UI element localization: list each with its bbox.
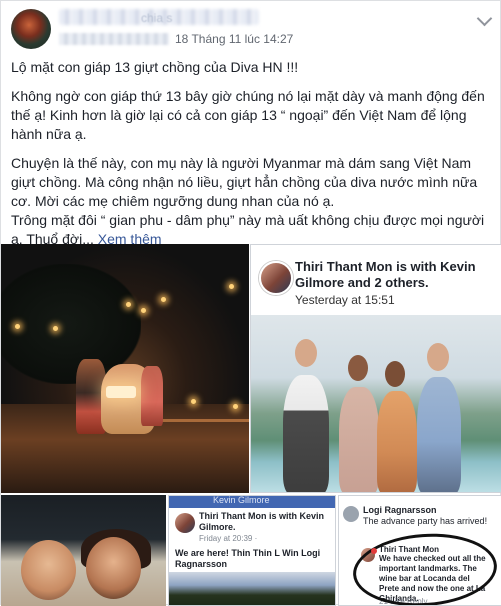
- photo-comment-screenshot[interactable]: Logi Ragnarsson The advance party has ar…: [338, 495, 501, 606]
- shared-time: Yesterday at 15:51: [295, 293, 395, 307]
- shared-avatar: [259, 261, 293, 295]
- search-text: Kevin Gilmore: [213, 495, 270, 505]
- commenter-name: Logi Ragnarsson: [363, 505, 437, 515]
- lamp-light: [229, 284, 234, 289]
- photo-couple-selfie[interactable]: [1, 495, 166, 606]
- post-meta: 18 Tháng 11 lúc 14:27: [59, 31, 293, 47]
- fb-search-bar: Kevin Gilmore: [169, 496, 335, 508]
- man-face: [21, 540, 76, 600]
- post-paragraph-text: Trông mặt đôi “ gian phu - dâm phụ” này …: [11, 212, 485, 247]
- feed-post: chia s 18 Tháng 11 lúc 14:27 Lộ mặt con …: [0, 0, 501, 606]
- author-avatar[interactable]: [11, 9, 51, 49]
- photo-fb-screenshot[interactable]: Thiri Thant Mon is with Kevin Gilmore an…: [250, 244, 501, 493]
- post-paragraph: Không ngờ con giáp thứ 13 bây giờ chúng …: [11, 88, 485, 142]
- woman-head: [385, 361, 405, 387]
- lamp-light: [233, 404, 238, 409]
- lamp-light: [141, 308, 146, 313]
- lamp-light: [53, 326, 58, 331]
- small-post-title: Thiri Thant Mon is with Kevin Gilmore.: [199, 511, 324, 532]
- man-head: [295, 339, 317, 367]
- man-figure: [417, 377, 461, 492]
- post-paragraph-text: Chuyện là thế này, con mụ này là người M…: [11, 155, 478, 209]
- lamp-light: [126, 302, 131, 307]
- woman-figure: [377, 391, 417, 492]
- post-headline: Lộ mặt con giáp 13 giựt chồng của Diva H…: [11, 59, 299, 75]
- small-post-time: Friday at 20:39 ·: [199, 534, 258, 543]
- lamp-light: [161, 297, 166, 302]
- small-post-photo: [169, 572, 335, 605]
- photo-fb-post-screenshot[interactable]: Kevin Gilmore Thiri Thant Mon is with Ke…: [168, 495, 336, 606]
- chevron-down-icon[interactable]: [476, 10, 493, 27]
- candle-cake: [106, 386, 136, 398]
- small-post-body: We are here! Thin Thin L Win Logi Ragnar…: [175, 548, 321, 569]
- woman-figure: [339, 387, 379, 492]
- woman-face: [86, 537, 141, 599]
- small-post-avatar: [175, 513, 195, 533]
- man-figure: [283, 375, 329, 492]
- comment-text: The advance party has arrived!: [363, 516, 488, 526]
- photo-candle-night[interactable]: [1, 244, 249, 493]
- person-figure: [141, 366, 163, 426]
- man-head: [427, 343, 449, 371]
- shared-title: Thiri Thant Mon is with Kevin Gilmore an…: [295, 259, 476, 290]
- post-paragraph: Chuyện là thế này, con mụ này là người M…: [11, 154, 494, 249]
- meta-blurred: [59, 33, 169, 45]
- deck-rail: [151, 419, 249, 422]
- lamp-light: [191, 399, 196, 404]
- red-dot-icon: [371, 548, 377, 554]
- post-text: Lộ mặt con giáp 13 giựt chồng của Diva H…: [11, 58, 494, 249]
- group-photo: [251, 315, 501, 492]
- woman-head: [348, 355, 368, 381]
- lamp-light: [15, 324, 20, 329]
- post-timestamp[interactable]: 18 Tháng 11 lúc 14:27: [175, 32, 293, 46]
- author-name-fragment: chia s: [141, 11, 173, 25]
- commenter-avatar: [343, 506, 359, 522]
